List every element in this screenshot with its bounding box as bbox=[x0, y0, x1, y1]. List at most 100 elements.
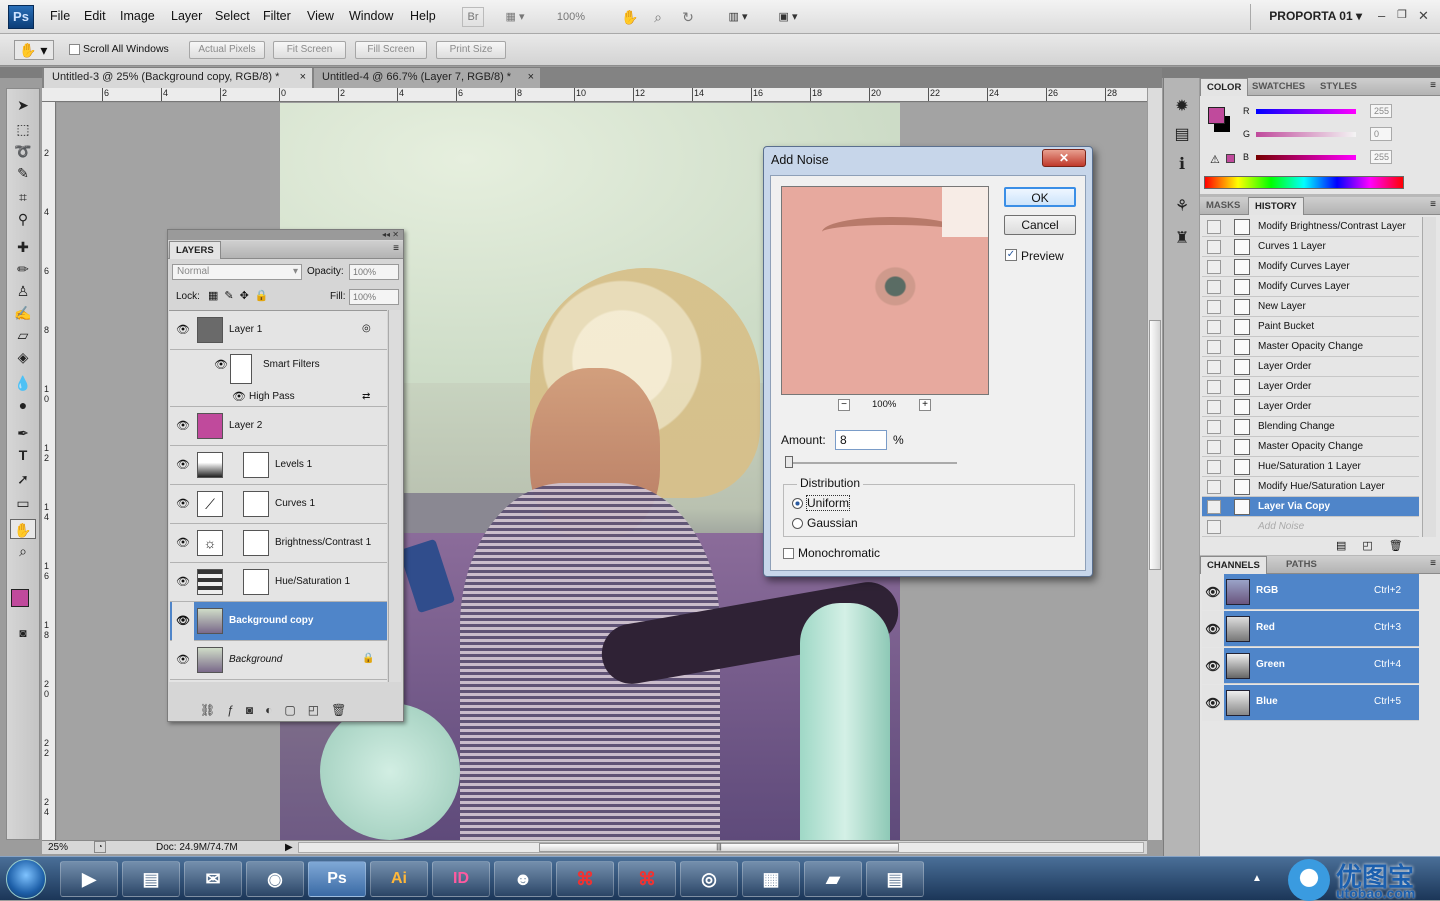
tab-masks[interactable]: MASKS bbox=[1200, 197, 1246, 215]
eye-icon[interactable]: 👁 bbox=[172, 524, 194, 562]
h-scroll-thumb[interactable]: ||| bbox=[539, 843, 899, 852]
tab-paths[interactable]: PATHS bbox=[1280, 556, 1323, 574]
fill-screen-button[interactable]: Fill Screen bbox=[355, 41, 427, 59]
acrobat-taskbar-icon[interactable]: ⌘ bbox=[556, 861, 614, 897]
move-tool-icon[interactable]: ➤ bbox=[10, 95, 36, 115]
quick-mask-icon[interactable]: ◙ bbox=[10, 623, 36, 643]
layer-row[interactable]: 👁 Levels 1 bbox=[170, 446, 387, 485]
document-tab-untitled-4[interactable]: Untitled-4 @ 66.7% (Layer 7, RGB/8) * × bbox=[314, 68, 540, 88]
marquee-tool-icon[interactable]: ⬚ bbox=[10, 119, 36, 139]
layers-footer-buttons[interactable]: ⛓ƒ◙◐▢◰🗑 bbox=[168, 700, 403, 720]
history-item[interactable]: New Layer bbox=[1202, 297, 1419, 317]
r-slider[interactable] bbox=[1256, 109, 1356, 114]
rotate-view-icon[interactable]: ↻ bbox=[678, 7, 698, 27]
eye-icon[interactable]: 👁 bbox=[1202, 574, 1224, 610]
brush-tool-icon[interactable]: ✏ bbox=[10, 259, 36, 279]
workspace-switcher[interactable]: PROPORTA 01 ▾ bbox=[1269, 9, 1362, 23]
tray-expand-icon[interactable]: ▲ bbox=[1252, 873, 1262, 884]
menu-file[interactable]: File bbox=[50, 9, 70, 23]
fit-screen-button[interactable]: Fit Screen bbox=[273, 41, 346, 59]
shape-tool-icon[interactable]: ▭ bbox=[10, 493, 36, 513]
history-snapshot-checkbox[interactable] bbox=[1207, 340, 1221, 354]
lock-icons[interactable]: ▦✎✥🔒 bbox=[208, 289, 275, 302]
eye-icon[interactable]: 👁 bbox=[210, 350, 232, 380]
layer-row[interactable]: 👁 ☼ Brightness/Contrast 1 bbox=[170, 524, 387, 563]
chrome-taskbar-icon[interactable]: ◎ bbox=[680, 861, 738, 897]
eye-icon[interactable]: 👁 bbox=[228, 387, 250, 407]
navigator-icon[interactable]: ✹ bbox=[1171, 96, 1193, 118]
fill-field[interactable]: 100% bbox=[349, 289, 399, 305]
layers-scrollbar[interactable] bbox=[388, 310, 401, 682]
tab-styles[interactable]: STYLES bbox=[1314, 78, 1363, 96]
history-snapshot-checkbox[interactable] bbox=[1207, 460, 1221, 474]
history-item[interactable]: Layer Order bbox=[1202, 397, 1419, 417]
g-value[interactable]: 0 bbox=[1370, 127, 1392, 141]
panel-menu-icon[interactable]: ≡ bbox=[1430, 199, 1436, 210]
eye-icon[interactable]: 👁 bbox=[1202, 685, 1224, 721]
history-item[interactable]: Hue/Saturation 1 Layer bbox=[1202, 457, 1419, 477]
tab-history[interactable]: HISTORY bbox=[1248, 197, 1304, 215]
r-value[interactable]: 255 bbox=[1370, 104, 1392, 118]
b-value[interactable]: 255 bbox=[1370, 150, 1392, 164]
notes-taskbar-icon[interactable]: ▰ bbox=[804, 861, 862, 897]
history-snapshot-checkbox[interactable] bbox=[1207, 420, 1221, 434]
eye-icon[interactable]: 👁 bbox=[172, 485, 194, 523]
history-item[interactable]: Layer Order bbox=[1202, 357, 1419, 377]
firefox-taskbar-icon[interactable]: ◉ bbox=[246, 861, 304, 897]
layer-row[interactable]: 👁 ⟋ Curves 1 bbox=[170, 485, 387, 524]
tab-color[interactable]: COLOR bbox=[1200, 78, 1249, 96]
history-snapshot-checkbox[interactable] bbox=[1207, 440, 1221, 454]
pen-tool-icon[interactable]: ✒ bbox=[10, 423, 36, 443]
tool-preset-picker[interactable]: ✋ ▾ bbox=[14, 40, 54, 60]
explorer-taskbar-icon[interactable]: ▤ bbox=[122, 861, 180, 897]
history-scrollbar[interactable] bbox=[1422, 217, 1436, 537]
history-item[interactable]: Modify Hue/Saturation Layer bbox=[1202, 477, 1419, 497]
chat-taskbar-icon[interactable]: ☻ bbox=[494, 861, 552, 897]
zoom-level-dropdown[interactable]: 100% bbox=[546, 7, 596, 27]
gamut-warning-icon[interactable]: ⚠ bbox=[1210, 153, 1220, 166]
tab-close-icon[interactable]: × bbox=[528, 68, 534, 87]
history-snapshot-checkbox[interactable] bbox=[1207, 300, 1221, 314]
zoom-tool-icon[interactable]: ⌕ bbox=[648, 7, 668, 27]
history-snapshot-checkbox[interactable] bbox=[1207, 480, 1221, 494]
cancel-button[interactable]: Cancel bbox=[1004, 215, 1076, 235]
gaussian-radio[interactable] bbox=[792, 518, 803, 529]
lasso-tool-icon[interactable]: ➰ bbox=[10, 141, 36, 161]
history-item[interactable]: Blending Change bbox=[1202, 417, 1419, 437]
history-snapshot-checkbox[interactable] bbox=[1207, 240, 1221, 254]
eye-icon[interactable]: 👁 bbox=[172, 641, 194, 679]
indesign-taskbar-button[interactable]: ID bbox=[432, 861, 490, 897]
layer-row[interactable]: 👁 Layer 2 bbox=[170, 407, 387, 446]
history-item[interactable]: Master Opacity Change bbox=[1202, 437, 1419, 457]
menu-image[interactable]: Image bbox=[120, 9, 155, 23]
gamut-color-chip[interactable] bbox=[1226, 154, 1235, 163]
history-snapshot-checkbox[interactable] bbox=[1207, 220, 1221, 234]
history-item[interactable]: Add Noise bbox=[1202, 517, 1419, 537]
path-select-icon[interactable]: ➚ bbox=[10, 469, 36, 489]
blur-tool-icon[interactable]: 💧 bbox=[10, 373, 36, 393]
ok-button[interactable]: OK bbox=[1004, 187, 1076, 207]
menu-edit[interactable]: Edit bbox=[84, 9, 106, 23]
history-snapshot-checkbox[interactable] bbox=[1207, 500, 1221, 514]
tab-swatches[interactable]: SWATCHES bbox=[1246, 78, 1311, 96]
clone-source-icon[interactable]: ♜ bbox=[1171, 228, 1193, 250]
history-item[interactable]: Curves 1 Layer bbox=[1202, 237, 1419, 257]
quick-select-tool-icon[interactable]: ✎ bbox=[10, 163, 36, 183]
panel-menu-icon[interactable]: ≡ bbox=[1430, 80, 1436, 91]
zoom-tool-icon[interactable]: ⌕ bbox=[10, 541, 36, 561]
clone-stamp-icon[interactable]: ♙ bbox=[10, 281, 36, 301]
horizontal-scrollbar[interactable]: ||| bbox=[298, 842, 1144, 853]
eye-icon[interactable]: 👁 bbox=[172, 407, 194, 445]
history-item[interactable]: Master Opacity Change bbox=[1202, 337, 1419, 357]
control-panel-taskbar-icon[interactable]: ▦ bbox=[742, 861, 800, 897]
eye-icon[interactable]: 👁 bbox=[1202, 648, 1224, 684]
actual-pixels-button[interactable]: Actual Pixels bbox=[189, 41, 265, 59]
channel-row-rgb[interactable]: 👁 RGB Ctrl+2 bbox=[1202, 574, 1419, 610]
status-arrow-icon[interactable]: ▶ bbox=[285, 842, 293, 853]
panel-menu-icon[interactable]: ≡ bbox=[393, 243, 399, 254]
bridge-button[interactable]: Br bbox=[462, 7, 484, 27]
uniform-radio[interactable] bbox=[792, 498, 803, 509]
monochromatic-checkbox[interactable] bbox=[783, 548, 794, 559]
dodge-tool-icon[interactable]: ● bbox=[10, 395, 36, 415]
b-slider[interactable] bbox=[1256, 155, 1356, 160]
